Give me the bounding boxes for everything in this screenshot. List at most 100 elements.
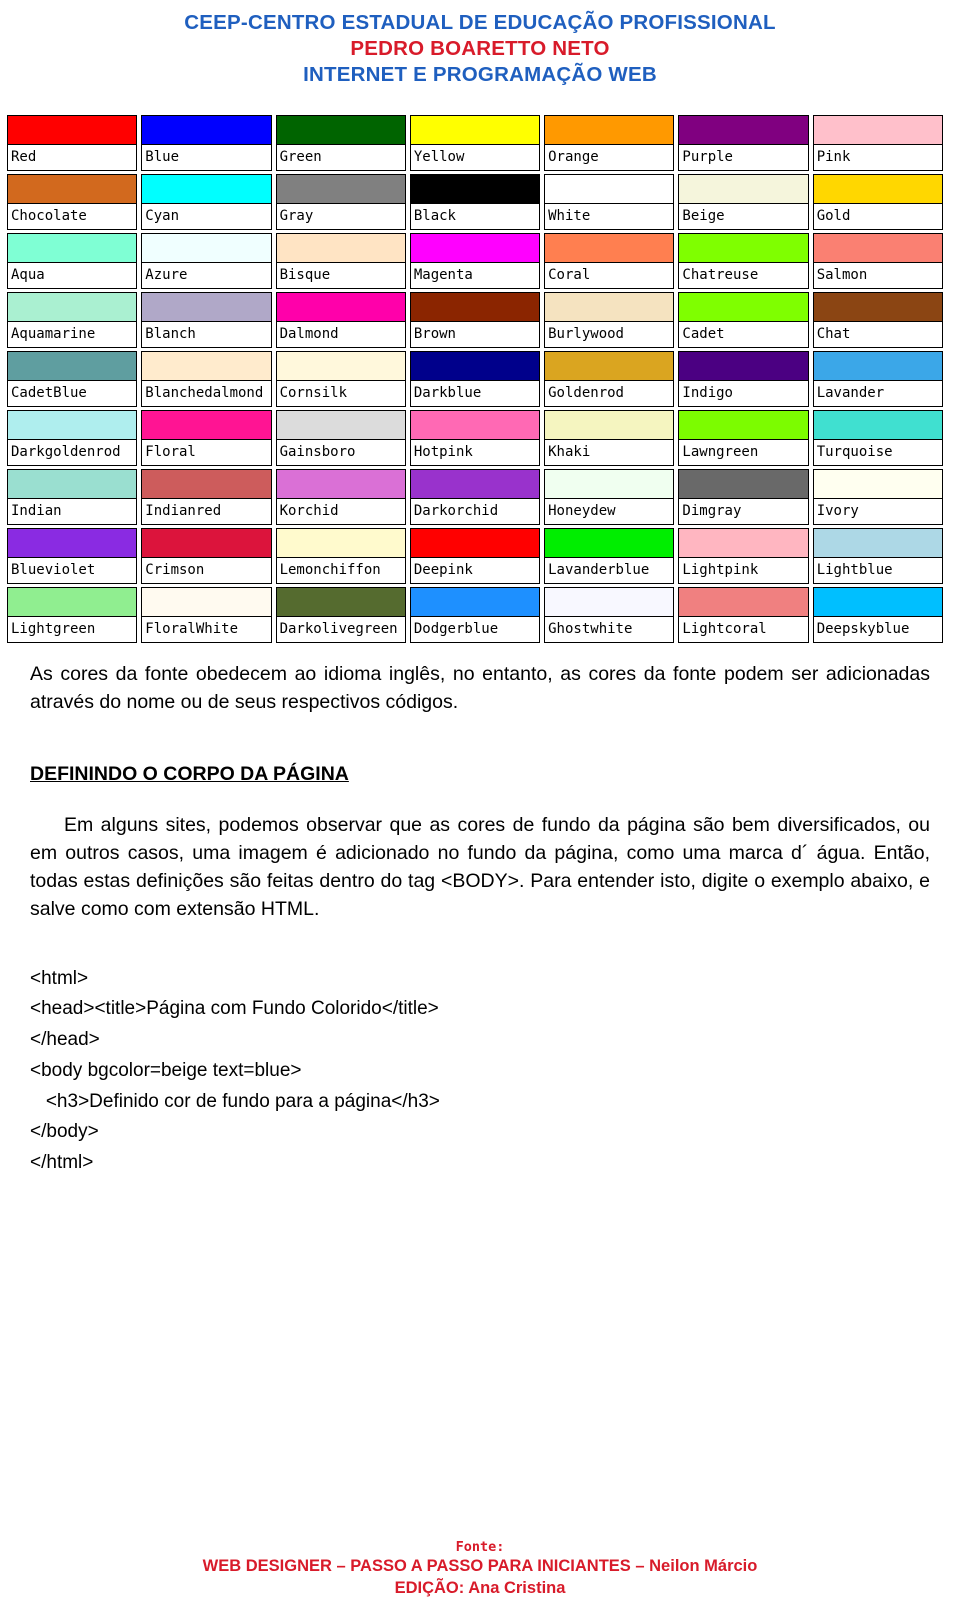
color-swatch-label: Indigo [678, 380, 809, 407]
swatch-row [5, 232, 945, 263]
footer-edition: EDIÇÃO: Ana Cristina [394, 1578, 566, 1597]
color-swatch [544, 291, 675, 322]
color-swatch [812, 468, 943, 499]
color-swatch [544, 586, 675, 617]
body-paragraph: Em alguns sites, podemos observar que as… [30, 813, 930, 921]
color-swatch-label: Chatreuse [678, 262, 809, 289]
color-swatch-label: Lawngreen [678, 439, 809, 466]
color-swatch [544, 527, 675, 558]
color-swatch-label: Lemonchiffon [275, 557, 406, 584]
color-swatch [544, 114, 675, 145]
color-swatch [275, 291, 406, 322]
color-swatch [812, 291, 943, 322]
color-swatch [544, 173, 675, 204]
color-swatch [409, 114, 541, 145]
color-swatch [544, 468, 675, 499]
color-swatch-label: Blanch [141, 321, 272, 348]
color-swatch-label: Black [409, 203, 541, 230]
color-swatch-label: Darkorchid [409, 498, 541, 525]
swatch-label-row: CadetBlue Blanchedalmond Cornsilk Darkblue G… [5, 380, 945, 410]
color-swatch [141, 114, 272, 145]
swatch-label-row: Darkgoldenrod Floral Gainsboro Hotpink Khaki… [5, 439, 945, 469]
color-swatch-label: Beige [678, 203, 809, 230]
color-swatch [409, 232, 541, 263]
color-swatch [141, 291, 272, 322]
color-swatch [678, 350, 809, 381]
swatch-label-row: Aquamarine Blanch Dalmond Brown Burlywood Cad… [5, 321, 945, 351]
color-swatch [7, 291, 138, 322]
color-swatch [812, 586, 943, 617]
color-swatch [275, 173, 406, 204]
color-swatch [812, 114, 943, 145]
color-swatch-label: Darkolivegreen [275, 616, 406, 643]
color-swatch-label: Turquoise [812, 439, 943, 466]
color-swatch-label: Ghostwhite [544, 616, 675, 643]
color-swatch [812, 232, 943, 263]
color-swatch-label: Khaki [544, 439, 675, 466]
color-swatch-label: Pink [812, 144, 943, 171]
color-swatch [7, 232, 138, 263]
color-swatch-label: Goldenrod [544, 380, 675, 407]
color-swatch-label: Azure [141, 262, 272, 289]
color-swatch [678, 409, 809, 440]
color-swatch-label: Purple [678, 144, 809, 171]
color-swatch-label: Lightcoral [678, 616, 809, 643]
color-swatch [678, 586, 809, 617]
color-swatch [678, 114, 809, 145]
swatch-row [5, 114, 945, 145]
color-swatch [812, 409, 943, 440]
swatch-label-row: Blueviolet Crimson Lemonchiffon Deepink Lava… [5, 557, 945, 587]
color-swatch [141, 468, 272, 499]
color-swatch-table: Red Blue Green Yellow Orange Purple Pink Chocol… [5, 114, 945, 646]
color-swatch [141, 527, 272, 558]
color-swatch [7, 409, 138, 440]
color-swatch-label: Ivory [812, 498, 943, 525]
color-swatch [678, 468, 809, 499]
color-swatch-label: Dimgray [678, 498, 809, 525]
color-swatch-label: Blue [141, 144, 272, 171]
color-swatch [141, 409, 272, 440]
color-swatch [544, 350, 675, 381]
color-swatch-label: Lightpink [678, 557, 809, 584]
color-swatch-label: Honeydew [544, 498, 675, 525]
color-swatch-label: Burlywood [544, 321, 675, 348]
color-swatch [678, 291, 809, 322]
color-swatch-label: Floral [141, 439, 272, 466]
swatch-label-row: Chocolate Cyan Gray Black White Beige Gold [5, 203, 945, 233]
color-swatch-label: Dalmond [275, 321, 406, 348]
color-swatch-label: FloralWhite [141, 616, 272, 643]
color-swatch-label: Aqua [7, 262, 138, 289]
color-swatch-label: Korchid [275, 498, 406, 525]
color-swatch [141, 173, 272, 204]
color-swatch-label: Yellow [409, 144, 541, 171]
color-swatch [275, 468, 406, 499]
color-swatch-label: Gold [812, 203, 943, 230]
color-swatch [275, 527, 406, 558]
color-swatch-label: Gainsboro [275, 439, 406, 466]
color-swatch [678, 232, 809, 263]
color-swatch [141, 350, 272, 381]
color-swatch-label: Deepskyblue [812, 616, 943, 643]
swatch-row [5, 350, 945, 381]
color-swatch-label: Brown [409, 321, 541, 348]
color-swatch [409, 409, 541, 440]
color-swatch [409, 291, 541, 322]
header-line-1: CEEP-CENTRO ESTADUAL DE EDUCAÇÃO PROFISS… [184, 11, 776, 34]
color-swatch [812, 173, 943, 204]
swatch-row [5, 586, 945, 617]
color-swatch-label: Lavanderblue [544, 557, 675, 584]
color-swatch-label: Deepink [409, 557, 541, 584]
color-swatch [7, 586, 138, 617]
color-swatch-label: Blueviolet [7, 557, 138, 584]
color-swatch [7, 527, 138, 558]
color-swatch-label: Darkblue [409, 380, 541, 407]
color-swatch-label: Chocolate [7, 203, 138, 230]
color-swatch [275, 586, 406, 617]
swatch-label-row: Lightgreen FloralWhite Darkolivegreen Dodge… [5, 616, 945, 646]
swatch-label-row: Aqua Azure Bisque Magenta Coral Chatreuse Salm… [5, 262, 945, 292]
color-swatch [678, 527, 809, 558]
color-swatch [141, 586, 272, 617]
color-swatch-label: Cadet [678, 321, 809, 348]
swatch-row [5, 468, 945, 499]
footer-source-label: Fonte: [455, 1538, 505, 1555]
